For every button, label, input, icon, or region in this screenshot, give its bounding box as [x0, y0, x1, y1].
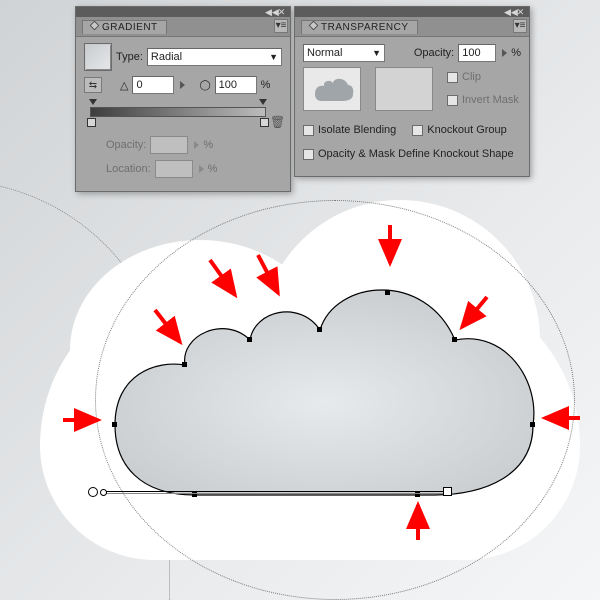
tab-label: GRADIENT: [102, 22, 158, 33]
opacity-label: Opacity:: [414, 47, 454, 59]
isolate-blending-label: Isolate Blending: [318, 124, 396, 136]
stop-location-label: Location:: [106, 163, 151, 175]
cloud-path-selected[interactable]: [85, 260, 545, 505]
gradient-ramp[interactable]: 🗑: [84, 99, 282, 127]
invert-mask-label: Invert Mask: [462, 94, 519, 106]
reverse-gradient-icon[interactable]: ⇆: [84, 77, 102, 93]
object-thumbnail[interactable]: [303, 67, 361, 111]
close-icon[interactable]: ✕: [277, 8, 286, 16]
clip-label: Clip: [462, 71, 481, 83]
opacity-unit: %: [511, 47, 521, 59]
type-value: Radial: [151, 51, 182, 63]
angle-input[interactable]: 0: [132, 76, 174, 94]
gradient-panel[interactable]: ◀◀ ✕ GRADIENT ▾≡ Type: Radial ▼ ⇆ △ 0 ◯ …: [75, 6, 291, 192]
gradient-midpoint-right[interactable]: [259, 99, 267, 105]
opacity-mask-define-label: Opacity & Mask Define Knockout Shape: [318, 148, 514, 160]
spin-icon[interactable]: [502, 49, 507, 57]
panel-tabstrip: TRANSPARENCY ▾≡: [295, 17, 529, 37]
aspect-input[interactable]: 100: [215, 76, 257, 94]
clip-checkbox[interactable]: [447, 72, 458, 83]
blend-mode-value: Normal: [307, 47, 342, 59]
stop-opacity-unit: %: [203, 139, 213, 151]
mask-thumbnail[interactable]: [375, 67, 433, 111]
tab-label: TRANSPARENCY: [321, 22, 409, 33]
aspect-unit: %: [261, 79, 271, 91]
angle-icon: △: [120, 79, 128, 92]
gradient-swatch[interactable]: [84, 43, 112, 71]
tab-gradient[interactable]: GRADIENT: [82, 20, 167, 34]
gradient-stop-start[interactable]: [87, 118, 96, 127]
spin-icon[interactable]: [180, 81, 185, 89]
spin-icon: [199, 165, 204, 173]
blend-mode-select[interactable]: Normal ▼: [303, 44, 385, 62]
stop-location-unit: %: [208, 163, 218, 175]
aspect-icon: ◯: [199, 80, 210, 91]
knockout-group-checkbox[interactable]: [412, 125, 423, 136]
delete-stop-icon[interactable]: 🗑: [270, 115, 282, 127]
transparency-panel[interactable]: ◀◀ ✕ TRANSPARENCY ▾≡ Normal ▼ Opacity: 1…: [294, 6, 530, 177]
type-select[interactable]: Radial ▼: [147, 48, 282, 66]
collapse-icon[interactable]: ◀◀: [265, 8, 274, 16]
stop-opacity-input: [150, 136, 188, 154]
gradient-stop-end[interactable]: [260, 118, 269, 127]
gradient-origin-handle[interactable]: [88, 487, 98, 497]
gradient-midpoint-left[interactable]: [89, 99, 97, 105]
collapse-icon[interactable]: ◀◀: [504, 8, 513, 16]
type-label: Type:: [116, 51, 143, 63]
isolate-blending-checkbox[interactable]: [303, 125, 314, 136]
panel-titlebar[interactable]: ◀◀ ✕: [295, 7, 529, 17]
opacity-mask-define-checkbox[interactable]: [303, 149, 314, 160]
invert-mask-checkbox[interactable]: [447, 95, 458, 106]
gradient-origin-inner[interactable]: [100, 489, 107, 496]
panel-flyout-icon[interactable]: ▾≡: [513, 19, 527, 33]
gradient-end-handle[interactable]: [443, 487, 452, 496]
stop-location-input: [155, 160, 193, 178]
close-icon[interactable]: ✕: [516, 8, 525, 16]
panel-tabstrip: GRADIENT ▾≡: [76, 17, 290, 37]
knockout-group-label: Knockout Group: [427, 124, 507, 136]
gradient-annotator[interactable]: [88, 486, 458, 498]
opacity-input[interactable]: 100: [458, 44, 496, 62]
panel-titlebar[interactable]: ◀◀ ✕: [76, 7, 290, 17]
stop-opacity-label: Opacity:: [106, 139, 146, 151]
spin-icon: [194, 141, 199, 149]
caret-icon: ▼: [372, 48, 381, 58]
caret-icon: ▼: [269, 52, 278, 62]
panel-flyout-icon[interactable]: ▾≡: [274, 19, 288, 33]
tab-transparency[interactable]: TRANSPARENCY: [301, 20, 418, 34]
